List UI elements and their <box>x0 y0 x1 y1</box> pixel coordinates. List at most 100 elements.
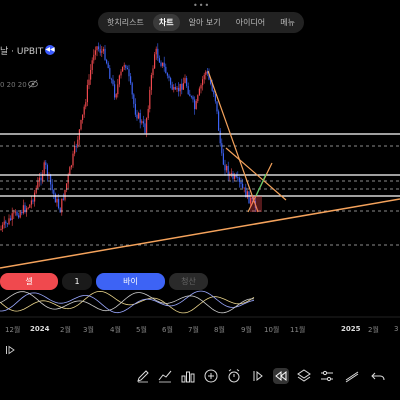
candle-body <box>93 54 95 61</box>
candle-body <box>152 68 154 76</box>
indicators-icon[interactable] <box>157 368 173 384</box>
trendline-down <box>207 70 259 213</box>
tab-ideas[interactable]: 아이디어 <box>230 14 271 31</box>
candle-body <box>61 198 63 213</box>
candle-body <box>234 175 236 179</box>
candle-body <box>80 119 82 130</box>
candle-body <box>85 102 87 107</box>
tab-explore[interactable]: 알아 보기 <box>183 14 227 31</box>
candle-body <box>91 60 93 70</box>
candle-body <box>19 212 21 218</box>
candle-body <box>226 165 228 171</box>
candle-body <box>235 175 237 178</box>
candle-body <box>203 74 205 80</box>
pen-icon[interactable] <box>135 368 151 384</box>
candle-body <box>165 66 167 74</box>
drawings-icon[interactable] <box>344 368 360 384</box>
candle-body <box>192 96 194 100</box>
candle-body <box>102 48 104 52</box>
drag-handle-icon[interactable]: ••• <box>193 2 209 10</box>
candle-body <box>16 211 18 216</box>
price-chart[interactable] <box>0 0 400 400</box>
quantity-field[interactable]: 1 <box>62 273 92 290</box>
candle-body <box>194 99 196 110</box>
candle-body <box>147 109 149 119</box>
candle-body <box>238 177 240 182</box>
candle-body <box>232 173 234 179</box>
candle-body <box>21 212 23 214</box>
candle-body <box>155 48 157 55</box>
add-icon[interactable] <box>203 368 219 384</box>
candle-body <box>131 83 133 95</box>
candle-body <box>198 88 200 96</box>
candle-body <box>69 167 71 175</box>
sell-button[interactable]: 셀 <box>0 273 58 290</box>
layers-icon[interactable] <box>296 368 312 384</box>
top-tab-bar: 핫치리스트 차트 알아 보기 아이디어 메뉴 <box>98 12 304 33</box>
candle-body <box>150 75 152 90</box>
candle-body <box>187 86 189 95</box>
collapse-icon[interactable]: ◀◀ <box>45 45 55 55</box>
candle-body <box>70 165 72 168</box>
replay-icon[interactable] <box>250 368 266 384</box>
eye-icon[interactable] <box>28 79 38 89</box>
candle-body <box>162 62 164 66</box>
candle-body <box>86 85 88 103</box>
candle-body <box>112 79 114 85</box>
time-axis-label: 2월 <box>368 326 379 334</box>
time-axis-label: 4월 <box>110 326 121 334</box>
candle-body <box>122 66 124 72</box>
candle-body <box>139 113 141 123</box>
buy-button[interactable]: 바이 <box>96 273 165 290</box>
candle-body <box>88 79 90 86</box>
candle-body <box>6 223 8 225</box>
candle-body <box>72 153 74 166</box>
time-axis-label: 11월 <box>290 326 306 334</box>
candle-body <box>107 63 109 69</box>
close-position-button[interactable]: 청산 <box>169 273 208 290</box>
candle-body <box>224 164 226 171</box>
tab-menu[interactable]: 메뉴 <box>274 14 301 31</box>
candles <box>0 42 256 232</box>
tab-watchlist[interactable]: 핫치리스트 <box>101 14 150 31</box>
replay-play-icon[interactable] <box>5 345 15 355</box>
time-axis-label: 2025 <box>341 325 361 333</box>
tab-chart[interactable]: 차트 <box>152 14 180 31</box>
candle-body <box>109 68 111 79</box>
redo-icon[interactable] <box>392 368 400 384</box>
candle-body <box>11 213 13 221</box>
candle-body <box>130 76 132 84</box>
candle-body <box>134 103 136 115</box>
trendline-down-2 <box>225 147 287 201</box>
candle-body <box>240 181 242 184</box>
candle-body <box>94 50 96 55</box>
candle-body <box>166 73 168 76</box>
candle-body <box>90 69 92 80</box>
undo-icon[interactable] <box>370 368 386 384</box>
candle-body <box>45 162 47 166</box>
candle-body <box>10 218 12 221</box>
candle-body <box>123 65 125 67</box>
candle-body <box>101 51 103 53</box>
candle-body <box>221 143 223 154</box>
time-axis-label: 2월 <box>60 326 71 334</box>
candle-body <box>184 78 186 84</box>
templates-icon[interactable] <box>180 368 196 384</box>
candle-body <box>158 58 160 63</box>
candle-body <box>242 183 244 188</box>
candle-body <box>29 204 31 208</box>
time-axis-label: 12월 <box>5 326 21 334</box>
rewind-icon[interactable] <box>273 368 289 384</box>
candle-body <box>219 130 221 144</box>
alert-icon[interactable] <box>226 368 242 384</box>
candle-body <box>50 174 52 185</box>
compare-icon[interactable] <box>319 368 335 384</box>
candle-body <box>174 87 176 90</box>
candle-body <box>59 208 61 213</box>
candle-body <box>22 205 24 214</box>
candle-body <box>56 199 58 203</box>
candle-body <box>3 221 5 225</box>
candle-body <box>62 198 64 200</box>
symbol-label[interactable]: 날 · UPBIT <box>0 44 43 57</box>
candle-body <box>30 200 32 205</box>
